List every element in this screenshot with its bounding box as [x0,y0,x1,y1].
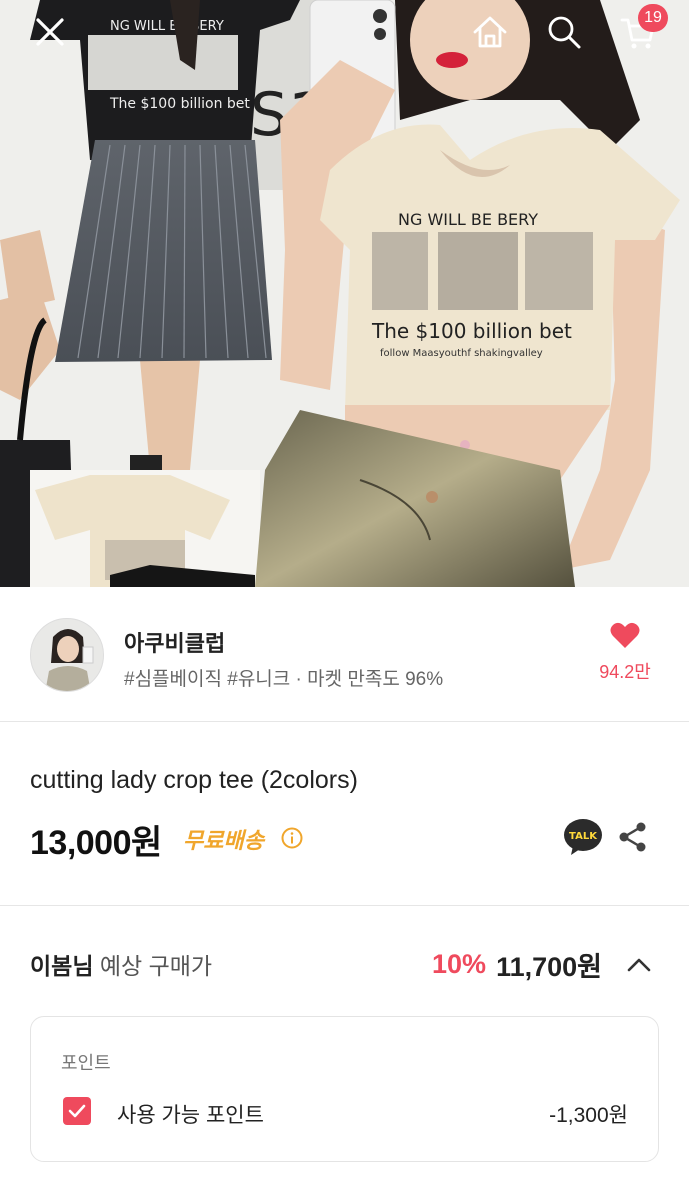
points-value: -1,300원 [549,1104,628,1127]
info-icon[interactable] [281,827,303,849]
cart-count-badge: 19 [638,4,668,32]
heart-icon [610,622,640,648]
share-icon[interactable] [618,821,648,853]
free-shipping-label: 무료배송 [183,828,264,853]
discount-percent: 10% [432,949,487,979]
like-button[interactable]: 94.2만 [590,622,660,684]
svg-text:NG WILL BE BERY: NG WILL BE BERY [398,210,538,229]
kakao-talk-icon[interactable]: TALK [563,818,603,856]
expected-price-text: 예상 구매가 [93,953,213,979]
shop-tags: #심플베이직 #유니크 · 마켓 만족도 96% [124,669,444,690]
points-heading: 포인트 [61,1053,111,1073]
chevron-up-icon[interactable] [624,950,654,980]
points-panel: 포인트 사용 가능 포인트 -1,300원 [30,1016,659,1162]
checkmark-icon [68,1104,86,1118]
points-label: 사용 가능 포인트 [117,1104,264,1127]
home-button[interactable] [466,8,514,56]
shop-avatar-image [31,619,103,691]
points-checkbox[interactable] [63,1097,91,1125]
search-icon [548,16,581,49]
shop-avatar[interactable] [30,618,104,692]
search-button[interactable] [540,8,588,56]
svg-text:The $100 billion bet: The $100 billion bet [371,319,572,343]
expected-price-summary[interactable]: 10% 11,700원 [432,945,654,984]
svg-text:follow Maasyouthf shakingvalle: follow Maasyouthf shakingvalley [380,348,543,359]
expected-price: 11,700원 [496,952,602,982]
svg-text:The $100 billion bet: The $100 billion bet [109,96,250,112]
shop-name[interactable]: 아쿠비클럽 [124,626,225,658]
svg-text:NG WILL BE BERY: NG WILL BE BERY [110,19,224,34]
product-photo-illustration: S1 NG WILL BE BERY The $100 billion bet [0,0,689,587]
product-photo[interactable]: S1 NG WILL BE BERY The $100 billion bet [0,0,689,587]
svg-text:TALK: TALK [569,831,598,842]
shop-info[interactable]: 아쿠비클럽 #심플베이직 #유니크 · 마켓 만족도 96% 94.2만 [0,600,689,720]
close-button[interactable] [26,8,74,56]
like-count: 94.2만 [599,662,651,682]
expected-price-label: 이봄님 예상 구매가 [30,947,212,981]
divider [0,721,689,722]
close-icon [36,18,64,46]
product-title: cutting lady crop tee (2colors) [30,766,358,794]
divider [0,905,689,906]
product-price: 13,000원 [30,824,162,862]
home-icon [473,16,507,48]
user-name: 이봄님 [30,953,94,979]
